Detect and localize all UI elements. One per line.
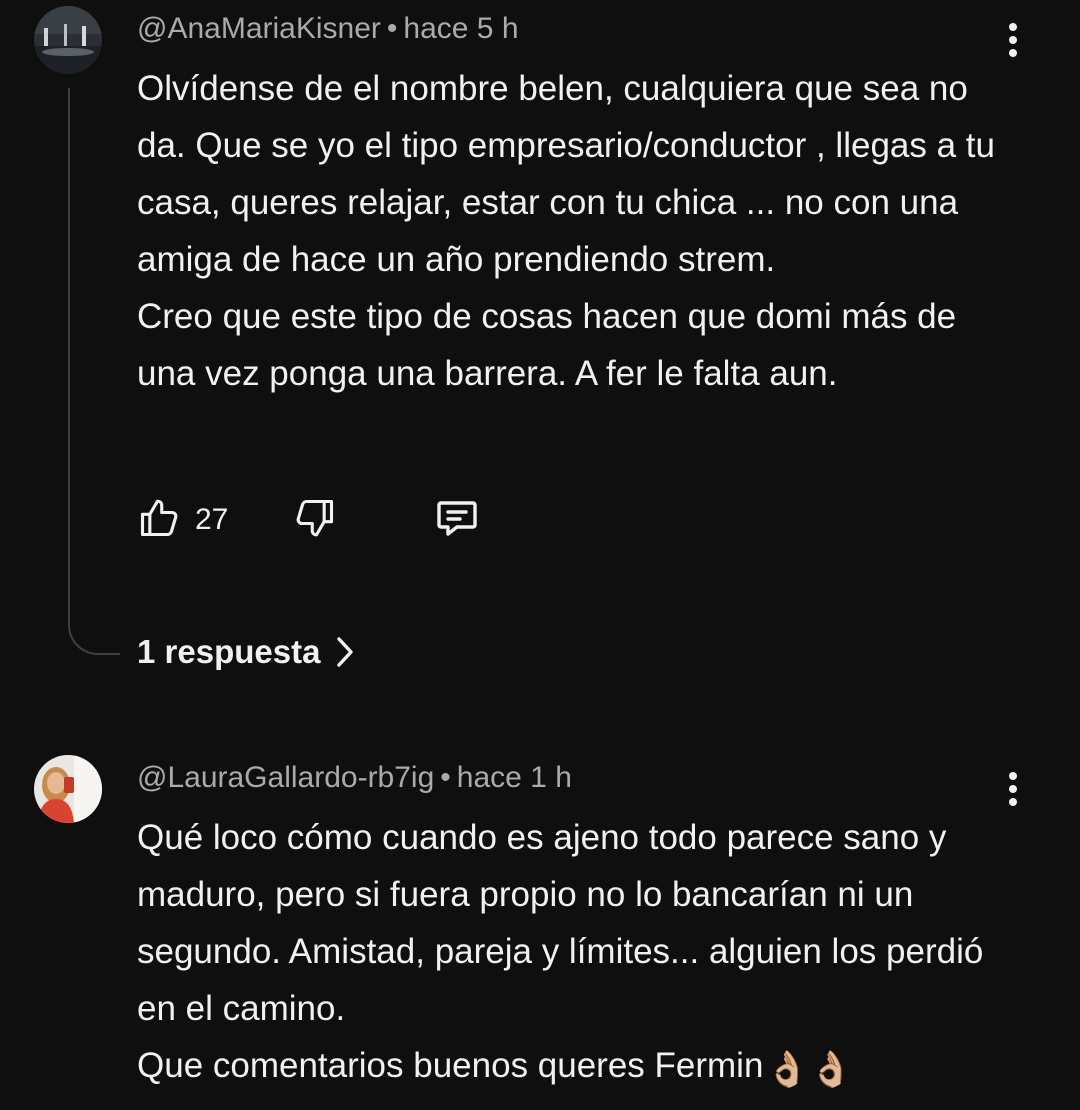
avatar[interactable] (34, 755, 102, 823)
avatar[interactable] (34, 6, 102, 74)
ok-hand-emoji: 👌🏼👌🏼 (765, 1050, 853, 1089)
separator-dot: • (386, 12, 398, 45)
comment-paragraph: Creo que este tipo de cosas hacen que do… (137, 297, 957, 393)
view-replies-button[interactable]: 1 respuesta (137, 633, 356, 671)
thumb-up-icon (137, 496, 181, 545)
dislike-button[interactable] (293, 497, 337, 543)
comment-header: @LauraGallardo-rb7ig • hace 1 h (137, 761, 572, 795)
timestamp: hace 5 h (403, 12, 519, 45)
thumb-down-icon (293, 496, 337, 545)
reply-comment-icon (433, 494, 481, 547)
like-count: 27 (195, 503, 229, 536)
author-name[interactable]: @AnaMariaKisner (137, 12, 381, 45)
comment-paragraph: Qué loco cómo cuando es ajeno todo parec… (137, 818, 984, 1028)
comments-screen: @AnaMariaKisner • hace 5 h Olvídense de el… (0, 0, 1080, 1110)
comment-paragraph: Olvídense de el nombre belen, cualquiera… (137, 69, 995, 279)
timestamp: hace 1 h (456, 761, 572, 794)
chevron-right-icon (337, 637, 354, 667)
separator-dot: • (440, 761, 451, 794)
replies-count-label: 1 respuesta (137, 633, 321, 670)
comment-text: Qué loco cómo cuando es ajeno todo parec… (137, 809, 1017, 1098)
reply-button[interactable] (433, 497, 481, 543)
like-button[interactable]: 27 (137, 497, 228, 543)
comment-text: Olvídense de el nombre belen, cualquiera… (137, 60, 1017, 402)
comment-header: @AnaMariaKisner • hace 5 h (137, 12, 519, 46)
more-vert-icon[interactable] (1000, 767, 1026, 811)
comment-actions: 27 (137, 497, 537, 543)
author-name[interactable]: @LauraGallardo-rb7ig (137, 761, 434, 794)
comment-line: Que comentarios buenos queres Fermin (137, 1046, 764, 1085)
more-vert-icon[interactable] (1000, 18, 1026, 62)
thread-connector (68, 88, 120, 655)
comment-paragraph: Que comentarios buenos queres Fermin👌🏼👌🏼 (137, 1037, 1017, 1098)
